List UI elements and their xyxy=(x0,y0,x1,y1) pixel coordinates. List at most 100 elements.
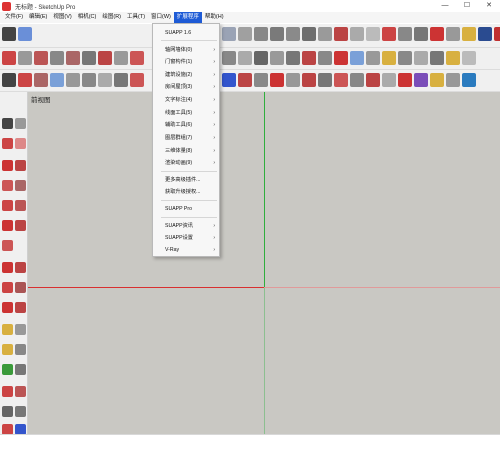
offset-tool-icon[interactable] xyxy=(238,51,252,65)
minimize-button[interactable]: — xyxy=(434,0,456,12)
menu-item-suapp-version[interactable]: SUAPP 1.6 xyxy=(153,28,219,38)
menu-item-more-plugins[interactable]: 更多高级插件... xyxy=(153,175,219,185)
menu-file[interactable]: 文件(F) xyxy=(2,12,26,23)
scissors-icon[interactable] xyxy=(98,73,112,87)
grid-tool-icon[interactable] xyxy=(18,51,32,65)
menu-camera[interactable]: 相机(C) xyxy=(75,12,100,23)
follow-tool-icon[interactable] xyxy=(318,51,332,65)
rectangle-tool-icon[interactable] xyxy=(2,180,13,191)
style-icon[interactable] xyxy=(2,27,16,41)
protractor-icon[interactable] xyxy=(238,73,252,87)
xray-icon[interactable] xyxy=(350,27,364,41)
axes-icon[interactable] xyxy=(254,73,268,87)
back-view-icon[interactable] xyxy=(286,27,300,41)
menu-item-auxiliary-tools[interactable]: 辅助工具(6) › xyxy=(153,120,219,130)
tape-icon[interactable] xyxy=(222,73,236,87)
selected-tool-icon[interactable] xyxy=(350,51,364,65)
line-tool-icon[interactable] xyxy=(2,160,13,171)
two-point-arc-icon[interactable] xyxy=(15,220,26,231)
skp-icon[interactable] xyxy=(462,73,476,87)
split-tool-icon[interactable] xyxy=(270,51,284,65)
bezier-tool-icon[interactable] xyxy=(382,51,396,65)
textured-icon[interactable] xyxy=(398,27,412,41)
paint-bucket-icon[interactable] xyxy=(2,138,13,149)
roof-tool-icon[interactable] xyxy=(98,51,112,65)
menu-item-render-animation[interactable]: 渲染动画(9) › xyxy=(153,158,219,168)
menu-item-text-annotation[interactable]: 文字标注(4) › xyxy=(153,95,219,105)
label-icon[interactable] xyxy=(302,73,316,87)
arc-icon[interactable] xyxy=(2,220,13,231)
section-cut-icon[interactable] xyxy=(446,27,460,41)
menu-item-3d-volume[interactable]: 三维体量(8) › xyxy=(153,146,219,156)
globe-tool-icon[interactable] xyxy=(462,51,476,65)
menu-item-suapp-news[interactable]: SUAPP资讯 › xyxy=(153,221,219,231)
protractor-tool-icon[interactable] xyxy=(2,344,13,355)
railing-tool-icon[interactable] xyxy=(130,51,144,65)
move-icon[interactable] xyxy=(2,262,13,273)
select-icon[interactable] xyxy=(2,118,13,129)
menu-item-building-facilities[interactable]: 建筑设施(2) › xyxy=(153,70,219,80)
menu-item-vray[interactable]: V-Ray › xyxy=(153,245,219,255)
box-icon[interactable] xyxy=(66,73,80,87)
maximize-button[interactable]: ☐ xyxy=(456,0,478,12)
bomb-icon[interactable] xyxy=(2,73,16,87)
left-view-icon[interactable] xyxy=(302,27,316,41)
freehand-tool-icon[interactable] xyxy=(15,160,26,171)
spiral-tool-icon[interactable] xyxy=(446,51,460,65)
color-picker-icon[interactable] xyxy=(18,27,32,41)
layers-icon[interactable] xyxy=(462,27,476,41)
intersect-tool-icon[interactable] xyxy=(334,51,348,65)
menu-window[interactable]: 窗口(W) xyxy=(148,12,174,23)
window-tool-icon[interactable] xyxy=(66,51,80,65)
text-tool-icon[interactable] xyxy=(15,344,26,355)
stair-tool-icon[interactable] xyxy=(82,51,96,65)
brush-icon[interactable] xyxy=(18,73,32,87)
menu-help[interactable]: 帮助(H) xyxy=(202,12,227,23)
group-icon[interactable] xyxy=(382,73,396,87)
menu-item-line-face-tools[interactable]: 线面工具(5) › xyxy=(153,108,219,118)
scale-icon[interactable] xyxy=(2,302,13,313)
section-plane-icon[interactable] xyxy=(430,27,444,41)
drawing-viewport[interactable]: 前视图 xyxy=(28,92,500,434)
rotate-icon[interactable] xyxy=(2,282,13,293)
red-cube-icon[interactable] xyxy=(334,27,348,41)
door-tool-icon[interactable] xyxy=(50,51,64,65)
polygon-icon[interactable] xyxy=(15,200,26,211)
tree-icon[interactable] xyxy=(82,73,96,87)
menu-item-layer-group[interactable]: 图层群组(7) › xyxy=(153,133,219,143)
front-view-icon[interactable] xyxy=(254,27,268,41)
iso-view-icon[interactable] xyxy=(222,27,236,41)
paint-icon[interactable] xyxy=(334,73,348,87)
close-button[interactable]: ✕ xyxy=(478,0,500,12)
material-icon[interactable] xyxy=(130,73,144,87)
menu-edit[interactable]: 编辑(E) xyxy=(26,12,50,23)
extrude-tool-icon[interactable] xyxy=(286,51,300,65)
measure-icon[interactable] xyxy=(114,73,128,87)
house-icon[interactable] xyxy=(270,27,284,41)
text-icon[interactable] xyxy=(286,73,300,87)
bottom-view-icon[interactable] xyxy=(318,27,332,41)
curve-tool-icon[interactable] xyxy=(222,51,236,65)
info-icon[interactable] xyxy=(478,27,492,41)
menu-tools[interactable]: 工具(T) xyxy=(124,12,148,23)
menu-item-get-upgrade-license[interactable]: 获取升级授权... xyxy=(153,187,219,197)
wireframe-icon[interactable] xyxy=(366,27,380,41)
menu-draw[interactable]: 绘图(R) xyxy=(99,12,124,23)
menu-extensions[interactable]: 扩展程序 xyxy=(173,12,202,23)
offset-icon[interactable] xyxy=(15,302,26,313)
tape-measure-icon[interactable] xyxy=(2,324,13,335)
suapp-logo-icon[interactable] xyxy=(414,73,428,87)
menu-item-room-roof[interactable]: 房间屋顶(3) › xyxy=(153,82,219,92)
orbit-icon[interactable] xyxy=(2,386,13,397)
arc-tool-icon[interactable] xyxy=(254,51,268,65)
cube-icon[interactable] xyxy=(34,73,48,87)
eraser-icon[interactable] xyxy=(350,73,364,87)
zoom-icon[interactable] xyxy=(2,406,13,417)
snowflake-icon[interactable] xyxy=(50,73,64,87)
menu-item-axis-wall[interactable]: 轴网墙体(0) › xyxy=(153,45,219,55)
component-tool-icon[interactable] xyxy=(15,118,26,129)
polygon-tool-icon[interactable] xyxy=(430,51,444,65)
3d-text-icon[interactable] xyxy=(318,73,332,87)
menu-view[interactable]: 视图(V) xyxy=(50,12,74,23)
circle-icon[interactable] xyxy=(2,200,13,211)
